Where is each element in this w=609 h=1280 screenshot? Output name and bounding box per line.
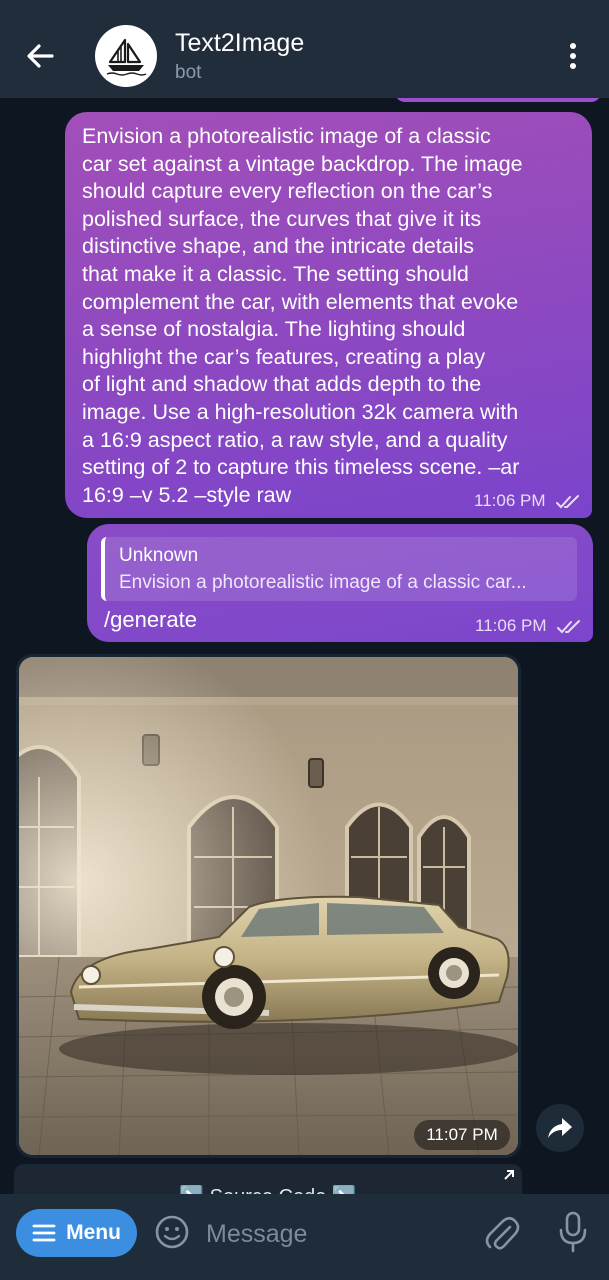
back-button[interactable] [22, 38, 58, 74]
message-text: Envision a photorealistic image of a cla… [82, 124, 523, 507]
reply-snippet: Envision a photorealistic image of a cla… [119, 572, 527, 593]
forward-button[interactable] [536, 1104, 584, 1152]
microphone-icon [559, 1211, 587, 1253]
arrow-left-icon [27, 44, 54, 68]
message-time: 11:06 PM [475, 616, 547, 635]
forward-arrow-icon [548, 1118, 572, 1138]
voice-message-button[interactable] [558, 1210, 588, 1254]
paperclip-icon [485, 1216, 520, 1250]
menu-label: Menu [66, 1221, 121, 1244]
attach-button[interactable] [484, 1213, 520, 1253]
photo-time: 11:07 PM [414, 1120, 510, 1150]
message-text: /generate [104, 607, 197, 632]
outgoing-message-prompt[interactable]: Envision a photorealistic image of a cla… [65, 112, 592, 518]
bot-avatar[interactable] [95, 25, 157, 87]
bot-menu-button[interactable]: Menu [16, 1209, 137, 1257]
double-check-icon [556, 495, 579, 509]
incoming-photo-message[interactable] [16, 654, 521, 1158]
chat-area[interactable]: Envision a photorealistic image of a cla… [0, 98, 609, 1194]
sailboat-logo-icon [106, 38, 147, 76]
hamburger-icon [32, 1224, 56, 1242]
more-options-button[interactable] [562, 40, 584, 72]
emoji-icon [155, 1215, 189, 1249]
chat-header: Text2Image bot [0, 0, 609, 98]
external-link-icon [504, 1170, 514, 1180]
more-vertical-icon [570, 43, 576, 69]
double-check-icon [557, 620, 580, 634]
message-time: 11:06 PM [474, 491, 546, 510]
emoji-button[interactable] [154, 1214, 190, 1250]
outgoing-message-command[interactable]: Unknown Envision a photorealistic image … [87, 524, 593, 642]
classic-car-photo [19, 657, 518, 1155]
generated-photo[interactable] [19, 657, 518, 1155]
message-input[interactable] [206, 1214, 466, 1254]
reply-author: Unknown [119, 545, 199, 566]
source-code-button[interactable]: ↘️ Source Code ↘️ [14, 1164, 522, 1194]
source-code-label: ↘️ Source Code ↘️ [14, 1184, 522, 1194]
message-input-bar: Menu [0, 1194, 609, 1280]
chat-subtitle: bot [175, 62, 202, 83]
reply-preview[interactable]: Unknown Envision a photorealistic image … [101, 537, 577, 601]
previous-message-bubble [395, 98, 601, 102]
chat-title[interactable]: Text2Image [175, 29, 304, 58]
